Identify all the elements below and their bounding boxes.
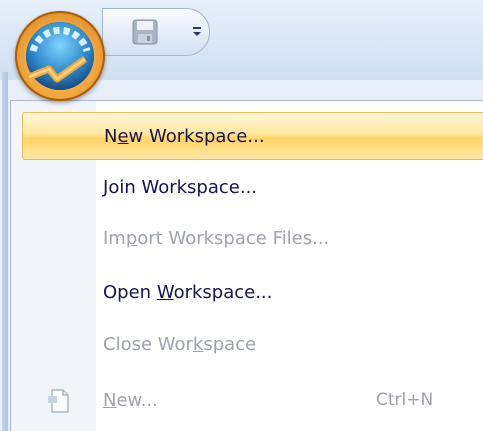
menu-item-open-workspace[interactable]: Open Workspace... — [22, 268, 483, 316]
menu-item-close-workspace: Close Workspace — [22, 320, 483, 368]
save-button[interactable] — [128, 16, 162, 48]
office-button[interactable] — [15, 11, 105, 101]
menu-item-label: New... — [103, 389, 158, 411]
menu-item-new: New... Ctrl+N — [22, 376, 483, 424]
shortcut-text: Ctrl+N — [376, 390, 434, 410]
menu-item-join-workspace[interactable]: Join Workspace... — [22, 163, 483, 211]
menu-left-border — [2, 72, 8, 431]
menu-item-label: Close Workspace — [103, 333, 257, 355]
customize-toolbar-icon — [193, 27, 201, 36]
menu-item-label: New Workspace... — [104, 125, 265, 147]
menu-item-label: Join Workspace... — [103, 176, 258, 198]
new-document-icon — [48, 388, 72, 418]
menu-item-label: Open Workspace... — [103, 281, 273, 303]
menu-item-import-workspace-files: Import Workspace Files... — [22, 214, 483, 262]
save-icon — [132, 19, 158, 45]
menu-item-label: Import Workspace Files... — [103, 227, 330, 249]
customize-quick-access-button[interactable] — [186, 16, 208, 48]
menu-item-new-workspace[interactable]: New Workspace... — [22, 112, 483, 160]
application-orb-icon — [26, 22, 94, 90]
